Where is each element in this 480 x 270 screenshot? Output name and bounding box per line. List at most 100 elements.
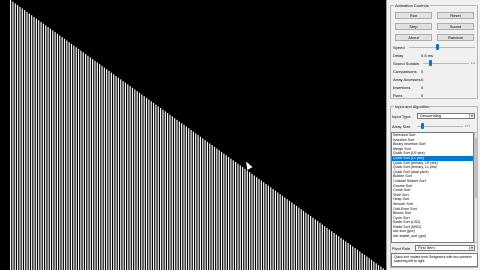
array-bar [321,224,323,270]
array-bar [85,54,87,270]
array-bar [145,97,148,270]
array-bar [106,69,108,270]
scrollbar-thumb[interactable] [475,138,477,198]
array-bar [333,232,335,270]
array-bar [223,153,225,270]
array-bar [49,28,52,270]
animation-controls-group: Animation Controls Run Reset Step Sound … [390,3,478,99]
array-bar [232,160,234,270]
array-bar [352,246,354,270]
array-bar [359,251,361,270]
algorithm-list-item[interactable]: std::stable_sort (gcc) [392,234,473,239]
run-button[interactable]: Run [395,12,432,19]
array-bar [134,89,136,270]
array-bar [242,167,244,270]
bars-canvas [10,0,384,270]
array-bar [138,92,141,270]
array-bar [47,27,49,270]
array-bar [239,165,241,270]
array-bar [319,222,321,270]
array-bar [272,189,274,270]
about-button[interactable]: About [395,34,432,41]
array-bar [305,212,307,270]
array-bar [113,74,115,270]
array-bar [10,0,12,270]
random-button[interactable]: Random [437,34,474,41]
array-bar [220,151,223,270]
algorithm-description: Quick sort variant from Sedgewick with t… [391,253,478,267]
array-bar [204,140,206,270]
array-bar [40,21,42,270]
array-bar [267,185,269,270]
array-bar [63,38,66,270]
array-bar [345,241,347,270]
array-bar [73,45,75,270]
array-size-label: Array Size [392,124,411,129]
array-bar [94,60,96,270]
array-bar [380,266,382,270]
array-bar [117,77,119,270]
array-bar [324,226,326,270]
array-bar [340,237,342,270]
array-bar [256,177,258,270]
reset-button[interactable]: Reset [437,12,474,19]
array-bar [77,48,80,270]
array-bar [89,57,91,270]
array-bar [171,116,173,270]
array-size-slider-track[interactable] [417,126,463,127]
array-bar [227,156,230,270]
array-bar [347,243,349,270]
algorithm-list[interactable]: Selection Sort Insertion Sort Binary Inser… [391,132,474,243]
array-size-slider-thumb[interactable] [420,123,424,129]
step-button[interactable]: Step [395,23,432,30]
array-bar [28,13,30,270]
array-bar [127,84,129,270]
chevron-down-icon: ▼ [469,114,474,118]
array-bar [136,91,138,270]
speed-slider-thumb[interactable] [435,44,439,50]
array-bar [115,75,117,270]
array-bar [370,259,373,270]
chevron-down-icon: ▼ [469,246,474,250]
pivot-rule-value: First Item [418,245,435,250]
array-bar [270,187,272,270]
array-bar [70,43,73,270]
control-panel: Animation Controls Run Reset Step Sound … [386,0,480,270]
array-bar [150,101,152,270]
array-bar [17,5,19,270]
array-bar [368,258,370,270]
delay-label: Delay [393,53,404,58]
array-size-value: 177 [465,124,471,128]
array-bar [12,1,14,270]
array-bar [157,106,159,270]
array-bar [335,234,337,270]
pivot-rule-select[interactable]: First Item ▼ [415,245,475,251]
sound-sustain-slider-thumb[interactable] [428,60,432,66]
array-bar [82,52,84,270]
array-bar [338,236,340,270]
array-bar [152,102,155,270]
array-accesses-value: 0 [421,77,424,82]
array-bar [331,231,333,270]
array-bar [21,8,23,270]
input-type-select[interactable]: Descending ▼ [417,113,475,119]
algorithm-list-scrollbar[interactable] [474,132,478,243]
runs-value: 0 [421,93,424,98]
array-bar [225,155,227,270]
array-bar [75,47,77,270]
array-bar [361,253,363,270]
array-bar [251,173,253,270]
array-bar [366,256,368,270]
array-bar [298,207,300,270]
array-bar [26,11,28,270]
input-algorithm-title: Input and Algorithm [394,104,431,109]
array-bar [363,254,366,270]
speed-slider-track[interactable] [409,47,475,48]
sound-button[interactable]: Sound [437,23,474,30]
array-bar [249,172,251,270]
array-bar [284,197,286,270]
array-bar [317,221,319,270]
array-bar [288,200,291,270]
array-bar [195,133,197,270]
array-bar [68,42,70,270]
